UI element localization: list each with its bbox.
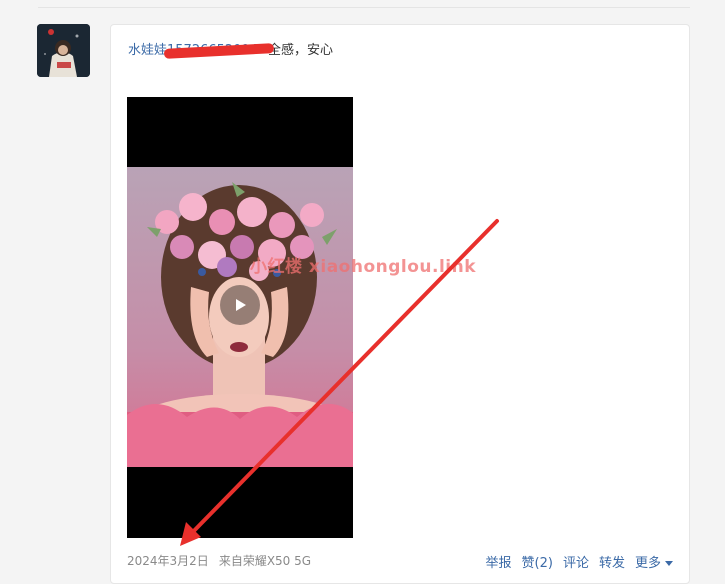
chevron-down-icon bbox=[665, 561, 673, 566]
like-link[interactable]: 赞(2) bbox=[522, 556, 553, 571]
watermark: 小红楼 xiaohonglou.link bbox=[250, 257, 477, 277]
post-actions: 举报 赞(2) 评论 转发 更多 bbox=[486, 552, 673, 571]
play-icon bbox=[236, 299, 246, 311]
avatar[interactable] bbox=[37, 24, 90, 77]
post-card: 水娃娃15726652094全感，安心 bbox=[110, 24, 690, 584]
report-link[interactable]: 举报 bbox=[486, 556, 512, 571]
post-source: 来自荣耀X50 5G bbox=[218, 554, 312, 568]
post-header: 水娃娃15726652094全感，安心 bbox=[128, 39, 333, 59]
comment-link[interactable]: 评论 bbox=[563, 556, 589, 571]
avatar-image bbox=[37, 24, 90, 77]
username-link[interactable]: 水娃娃15726652094 bbox=[128, 43, 275, 59]
post-meta: 2024年3月2日 来自荣耀X50 5G bbox=[127, 552, 311, 569]
share-link[interactable]: 转发 bbox=[599, 556, 625, 571]
video-player[interactable] bbox=[127, 97, 353, 538]
post-text: 全感，安心 bbox=[267, 43, 333, 58]
play-button[interactable] bbox=[220, 285, 260, 325]
post-date: 2024年3月2日 bbox=[127, 554, 209, 568]
top-divider bbox=[38, 7, 690, 8]
more-menu[interactable]: 更多 bbox=[635, 556, 673, 571]
